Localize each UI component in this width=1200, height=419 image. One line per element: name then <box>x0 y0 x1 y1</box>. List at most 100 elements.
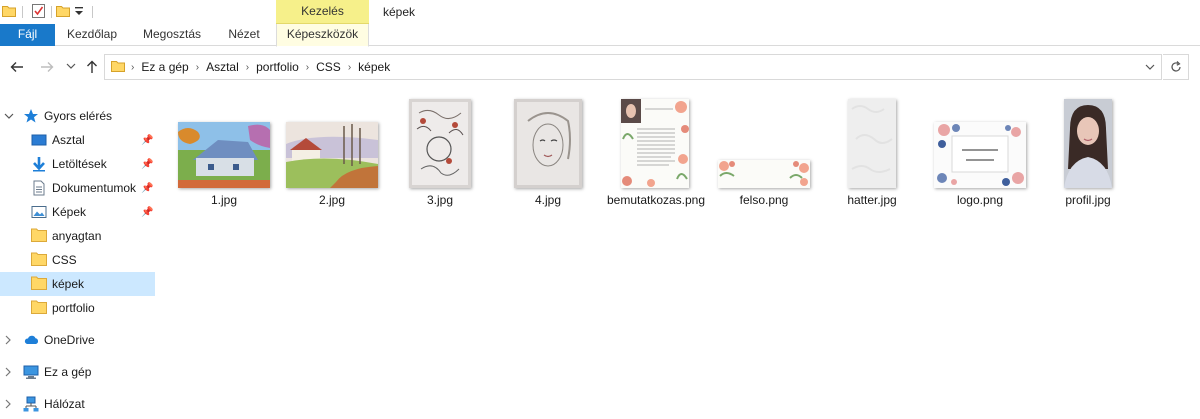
address-history-chevron-icon[interactable] <box>1145 63 1155 71</box>
breadcrumb: › Ez a gép › Asztal › portfolio › CSS › … <box>129 55 395 79</box>
file-item[interactable]: logo.png <box>930 92 1030 222</box>
breadcrumb-item[interactable]: CSS <box>311 60 346 74</box>
image-thumbnail <box>621 99 689 188</box>
sidebar-item-kepek[interactable]: képek <box>0 272 155 296</box>
file-name: logo.png <box>956 193 1004 207</box>
sidebar-item-label: Letöltések <box>52 157 107 171</box>
image-thumbnail <box>1064 99 1112 188</box>
file-name: 1.jpg <box>210 193 238 207</box>
sidebar-item-label: Gyors elérés <box>44 109 113 123</box>
forward-button[interactable] <box>37 57 57 77</box>
arrow-left-icon <box>10 62 23 72</box>
image-thumbnail <box>718 160 810 188</box>
file-list: 1.jpg 2.jpg 3.jpg 4.jpg bemutatkozas.png… <box>160 92 1200 419</box>
file-item[interactable]: 2.jpg <box>282 92 382 222</box>
sidebar-item-portfolio[interactable]: portfolio <box>0 296 155 320</box>
chevron-right-icon[interactable]: › <box>346 62 353 73</box>
image-thumbnail <box>934 122 1026 188</box>
image-thumbnail <box>286 122 378 188</box>
file-item[interactable]: felso.png <box>714 92 814 222</box>
image-thumbnail <box>514 99 582 188</box>
chevron-right-icon[interactable]: › <box>244 62 251 73</box>
address-bar[interactable]: › Ez a gép › Asztal › portfolio › CSS › … <box>104 54 1162 80</box>
breadcrumb-item[interactable]: portfolio <box>251 60 304 74</box>
context-tab-group-label: Kezelés <box>276 0 369 24</box>
tab-picture-tools[interactable]: Képeszközök <box>276 24 369 47</box>
sidebar-item-pictures[interactable]: Képek 📌 <box>0 200 155 224</box>
breadcrumb-item[interactable]: Ez a gép <box>136 60 193 74</box>
file-item[interactable]: 1.jpg <box>174 92 274 222</box>
chevron-right-icon[interactable] <box>4 399 16 409</box>
chevron-right-icon[interactable] <box>4 367 16 377</box>
pin-icon[interactable]: 📌 <box>141 183 153 194</box>
sidebar-item-network[interactable]: Hálózat <box>0 392 155 416</box>
file-name: 3.jpg <box>426 193 454 207</box>
folder-icon <box>31 300 47 314</box>
breadcrumb-item[interactable]: képek <box>353 60 395 74</box>
image-thumbnail <box>848 99 896 188</box>
tab-home[interactable]: Kezdőlap <box>60 24 124 46</box>
documents-icon <box>33 180 45 196</box>
cloud-icon <box>24 335 39 344</box>
navigation-pane: Gyors elérés Asztal 📌 Letöltések 📌 Dokum… <box>0 100 157 419</box>
title-bar: Kezelés képek <box>0 0 1200 24</box>
pictures-icon <box>31 206 47 218</box>
sidebar-item-anyagtan[interactable]: anyagtan <box>0 224 155 248</box>
sidebar-item-this-pc[interactable]: Ez a gép <box>0 360 155 384</box>
file-item[interactable]: 4.jpg <box>498 92 598 222</box>
file-item[interactable]: 3.jpg <box>390 92 490 222</box>
chevron-down-icon <box>66 63 76 69</box>
sidebar-item-label: Dokumentumok <box>52 181 137 195</box>
sidebar-item-label: Ez a gép <box>44 365 92 379</box>
chevron-right-icon[interactable]: › <box>194 62 201 73</box>
customize-qat-icon[interactable] <box>74 6 84 18</box>
tab-view[interactable]: Nézet <box>220 24 268 46</box>
sidebar-item-documents[interactable]: Dokumentumok 📌 <box>0 176 155 200</box>
sidebar-item-downloads[interactable]: Letöltések 📌 <box>0 152 155 176</box>
file-name: felso.png <box>739 193 789 207</box>
star-icon <box>24 109 38 123</box>
file-item[interactable]: bemutatkozas.png <box>606 92 706 227</box>
file-name: hatter.jpg <box>847 193 897 207</box>
file-name: 2.jpg <box>318 193 346 207</box>
properties-icon[interactable] <box>31 3 47 19</box>
new-folder-icon[interactable] <box>56 5 70 17</box>
window-title: képek <box>383 5 416 19</box>
folder-icon <box>31 252 47 266</box>
sidebar-item-quick-access[interactable]: Gyors elérés <box>0 104 155 128</box>
file-name: 4.jpg <box>534 193 562 207</box>
file-item[interactable]: profil.jpg <box>1038 92 1138 222</box>
sidebar-item-label: Képek <box>52 205 87 219</box>
arrow-up-icon <box>87 60 97 73</box>
breadcrumb-item[interactable]: Asztal <box>201 60 244 74</box>
folder-icon <box>31 276 47 290</box>
up-button[interactable] <box>82 57 102 77</box>
refresh-icon <box>1170 61 1181 72</box>
arrow-right-icon <box>41 62 54 72</box>
tab-file[interactable]: Fájl <box>0 24 55 46</box>
pin-icon[interactable]: 📌 <box>141 135 153 146</box>
tab-share[interactable]: Megosztás <box>136 24 208 46</box>
recent-locations-button[interactable] <box>61 57 81 77</box>
pin-icon[interactable]: 📌 <box>141 159 153 170</box>
sidebar-item-label: képek <box>52 277 85 291</box>
chevron-right-icon[interactable]: › <box>129 62 136 73</box>
folder-icon[interactable] <box>2 5 16 17</box>
sidebar-item-label: Asztal <box>52 133 85 147</box>
refresh-button[interactable] <box>1163 54 1189 80</box>
file-item[interactable]: hatter.jpg <box>822 92 922 222</box>
download-icon <box>33 157 45 172</box>
pin-icon[interactable]: 📌 <box>141 207 153 218</box>
sidebar-item-css[interactable]: CSS <box>0 248 155 272</box>
file-name: profil.jpg <box>1065 193 1111 207</box>
folder-icon <box>111 61 125 72</box>
chevron-down-icon[interactable] <box>4 112 16 120</box>
sidebar-item-label: Hálózat <box>44 397 85 411</box>
file-name: bemutatkozas.png <box>606 193 706 207</box>
back-button[interactable] <box>7 57 27 77</box>
chevron-right-icon[interactable] <box>4 335 16 345</box>
sidebar-item-onedrive[interactable]: OneDrive <box>0 328 155 352</box>
chevron-right-icon[interactable]: › <box>304 62 311 73</box>
sidebar-item-desktop[interactable]: Asztal 📌 <box>0 128 155 152</box>
folder-icon <box>31 228 47 242</box>
